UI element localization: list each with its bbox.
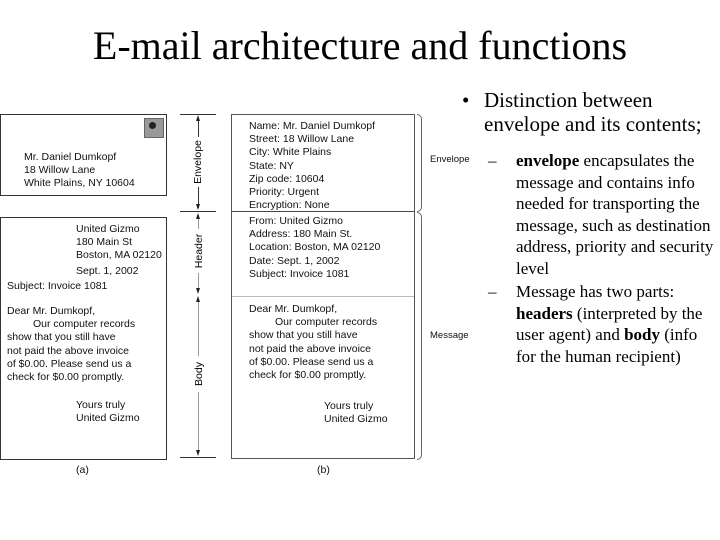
envelope-brace-label: Envelope [430,154,470,165]
envelope-field: Street: 18 Willow Lane [249,133,355,146]
arrow-down-icon [196,288,200,294]
header-divider [232,296,414,297]
dash-icon: – [488,282,497,301]
address-line: White Plains, NY 10604 [24,177,135,190]
envelope-field: Priority: Urgent [249,186,320,199]
message-body: Dear Mr. Dumkopf, Our computer records s… [249,303,377,382]
slide-title: E-mail architecture and functions [92,23,628,68]
letter-header: United Gizmo 180 Main St Boston, MA 0212… [76,223,162,278]
closing-line: Yours truly [324,400,374,412]
message-brace [417,212,422,460]
letter-date: Sept. 1, 2002 [76,264,139,277]
term-headers: headers [516,303,573,323]
bullet-list: • Distinction between envelope and its c… [462,88,715,367]
sub-bullet-text: Message has two parts: [516,282,675,301]
arrow-down-icon [196,450,200,456]
term-body: body [624,325,661,344]
envelope-side-label: Envelope [192,137,204,187]
postage-stamp-icon [144,118,164,138]
dash-icon: – [488,151,497,170]
letter-body: Dear Mr. Dumkopf, Our computer records s… [7,305,135,384]
sub-bullet-envelope: – envelope encapsulates the message and … [470,150,715,279]
arrow-down-icon [196,204,200,210]
body-line: not paid the above invoice [7,344,130,357]
message-brace-label: Message [430,330,469,341]
arrow-up-icon [196,115,200,121]
body-side-label: Body [193,356,205,392]
address-line: 18 Willow Lane [24,164,96,177]
body-line: check for $0.00 promptly. [7,371,125,384]
closing-line: Yours truly [76,399,126,411]
envelope-field: State: NY [249,159,294,172]
main-bullet-text: Distinction between envelope and its con… [484,88,702,136]
body-line: Our computer records [275,316,378,329]
caption-a: (a) [76,464,89,476]
envelope-address: Mr. Daniel Dumkopf 18 Willow Lane White … [24,151,135,191]
body-line: not paid the above invoice [249,342,372,355]
arrow-up-icon [196,213,200,219]
letter-header-line: Boston, MA 02120 [76,249,162,262]
letter-closing: Yours truly United Gizmo [76,399,140,425]
envelope-field: Zip code: 10604 [249,172,325,185]
address-line: Mr. Daniel Dumkopf [24,151,117,163]
message-closing: Yours truly United Gizmo [324,400,388,426]
divider [180,457,216,458]
header-field: From: United Gizmo [249,215,343,227]
letter-header-line: United Gizmo [76,223,140,235]
header-fields: From: United Gizmo Address: 180 Main St.… [249,215,380,281]
divider [180,211,216,212]
body-line: of $0.00. Please send us a [7,357,132,370]
body-line: of $0.00. Please send us a [249,355,374,368]
bullet-icon: • [462,88,470,112]
arrow-up-icon [196,296,200,302]
body-line: show that you still have [7,331,116,344]
header-field: Subject: Invoice 1081 [249,267,350,280]
salutation: Dear Mr. Dumkopf, [7,305,96,317]
body-line: Our computer records [33,318,136,331]
header-side-label: Header [193,229,205,273]
panel-b-message: Name: Mr. Daniel Dumkopf Street: 18 Will… [231,114,415,459]
letter-header-line: 180 Main St [76,236,133,249]
salutation: Dear Mr. Dumkopf, [249,303,338,315]
panel-a-envelope: Mr. Daniel Dumkopf 18 Willow Lane White … [0,114,167,196]
caption-b: (b) [317,464,330,476]
header-field: Address: 180 Main St. [249,228,353,241]
letter-subject: Subject: Invoice 1081 [7,280,108,292]
closing-line: United Gizmo [76,412,140,425]
term-envelope: envelope [516,151,580,170]
header-field: Date: Sept. 1, 2002 [249,254,340,267]
body-line: show that you still have [249,329,358,342]
body-line: check for $0.00 promptly. [249,369,367,382]
envelope-fields: Name: Mr. Daniel Dumkopf Street: 18 Will… [249,120,375,212]
panel-a-letter: United Gizmo 180 Main St Boston, MA 0212… [0,217,167,460]
closing-line: United Gizmo [324,413,388,426]
header-field: Location: Boston, MA 02120 [249,241,381,254]
main-bullet: • Distinction between envelope and its c… [462,88,715,136]
envelope-brace [417,114,422,212]
envelope-field: Name: Mr. Daniel Dumkopf [249,120,376,132]
envelope-divider [232,211,414,212]
sub-bullet-message: – Message has two parts: headers (interp… [470,281,715,367]
envelope-field: City: White Plains [249,146,332,159]
